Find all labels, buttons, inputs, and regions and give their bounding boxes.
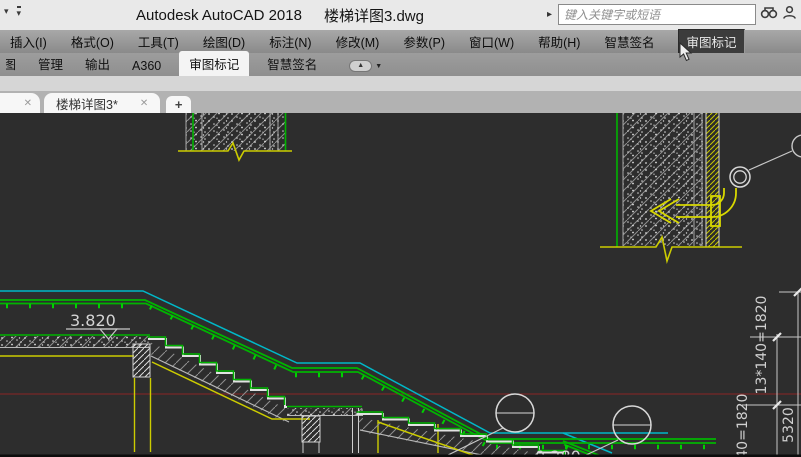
close-icon[interactable]: ✕ [24,98,32,109]
search-cluster: ▸ [547,4,797,25]
window-title: Autodesk AutoCAD 2018 楼梯详图3.dwg [0,0,560,30]
file-tab-bar: ✕ 楼梯详图3* ✕ + [0,91,801,113]
new-tab-button[interactable]: + [166,96,191,113]
ribbon-collapse-button[interactable]: ▲ ▼ [349,60,382,72]
menu-tools[interactable]: 工具(T) [138,32,179,51]
ribbon-body-empty [0,76,801,92]
drawing-canvas[interactable]: 3.820 [0,113,801,457]
menu-insert[interactable]: 插入(I) [10,32,47,51]
close-icon[interactable]: ✕ [140,98,148,109]
ribbon-tab-manage[interactable]: 管理 [34,51,67,76]
svg-text:3.820: 3.820 [70,311,116,330]
ribbon-tab-output[interactable]: 输出 [81,51,114,76]
menu-window[interactable]: 窗口(W) [469,32,514,51]
mouse-cursor [679,42,693,63]
landing-post [302,416,320,442]
ribbon-tab-view-partial[interactable]: 视图 [6,51,20,76]
menu-help[interactable]: 帮助(H) [538,32,580,51]
document-name: 楼梯详图3.dwg [324,5,424,26]
chevron-down-icon: ▼ [375,63,382,70]
title-bar: ▾ ▾ Autodesk AutoCAD 2018 楼梯详图3.dwg ▸ [0,0,801,31]
dim-text-total: 5320 [781,407,797,443]
ribbon-tab-a360[interactable]: A360 [128,56,165,76]
help-search-input[interactable] [558,4,756,25]
search-binoculars-icon[interactable] [760,5,778,25]
ribbon-collapse-icon: ▲ [349,60,372,72]
app-title: Autodesk AutoCAD 2018 [136,7,302,24]
menu-format[interactable]: 格式(O) [71,32,114,51]
menu-draw[interactable]: 绘图(D) [203,32,245,51]
search-expand-icon[interactable]: ▸ [547,9,552,20]
sign-in-user-icon[interactable] [782,5,797,25]
dim-text-riser-lower: 13*140=1820 [735,394,751,457]
menu-dimension[interactable]: 标注(N) [269,32,311,51]
plus-icon: + [175,97,183,112]
menu-parametric[interactable]: 参数(P) [403,32,445,51]
menu-smart-signature[interactable]: 智慧签名 [604,32,654,51]
ribbon-tab-smart-signature[interactable]: 智慧签名 [263,51,321,76]
ribbon-tab-review-markup[interactable]: 审图标记 [179,51,249,76]
menu-modify[interactable]: 修改(M) [336,32,380,51]
file-tab-partial[interactable]: ✕ [0,93,40,113]
landing-beam [133,344,150,377]
dim-text-riser-upper: 13*140=1820 [754,296,770,395]
file-tab-active[interactable]: 楼梯详图3* ✕ [44,93,160,113]
file-tab-label: 楼梯详图3* [56,94,118,113]
